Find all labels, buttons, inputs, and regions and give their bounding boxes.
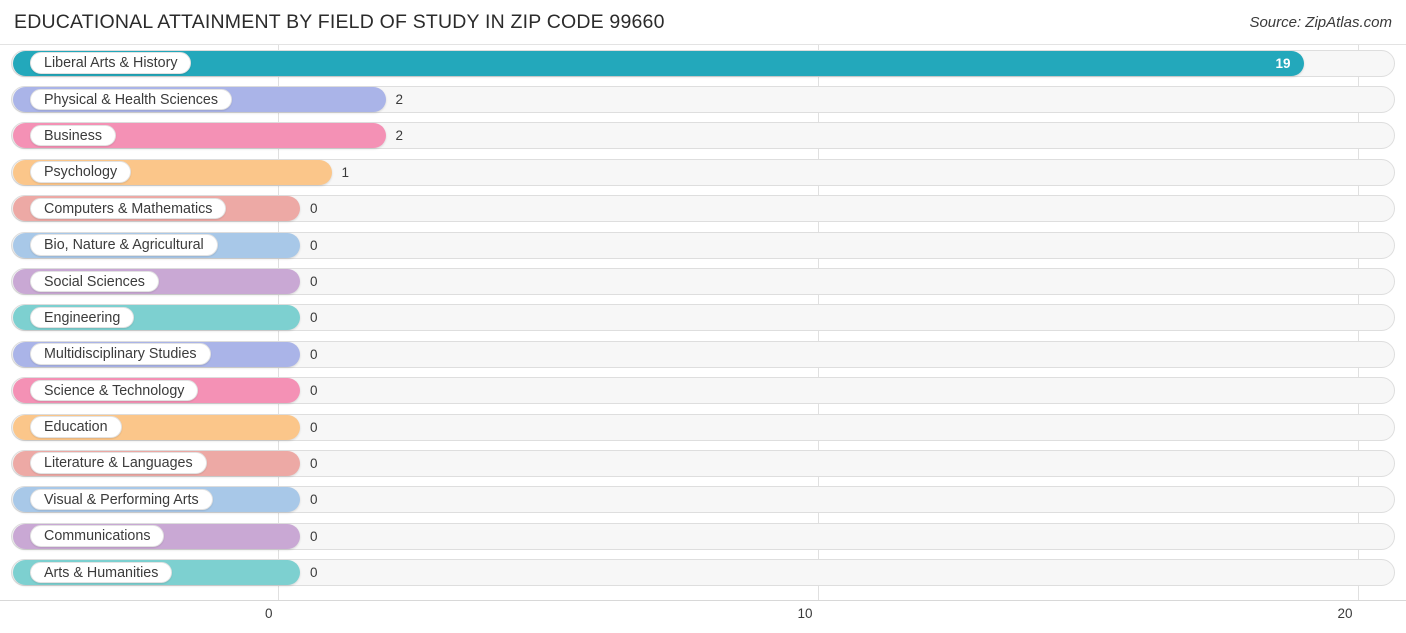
table-row[interactable]: 0 Communications	[0, 518, 1406, 554]
x-axis: 0 10 20	[0, 600, 1406, 633]
bar-value-label: 0	[310, 455, 318, 471]
table-row[interactable]: 0 Education	[0, 409, 1406, 445]
bar[interactable]: 19	[13, 50, 1304, 76]
axis-tick-label: 10	[797, 606, 813, 621]
bar-value-label: 0	[310, 419, 318, 435]
bar-value-label: 0	[310, 383, 318, 399]
category-label: Engineering	[30, 306, 135, 329]
category-label: Communications	[30, 525, 165, 547]
bar-value-label: 2	[395, 91, 404, 107]
category-label: Liberal Arts & History	[30, 52, 192, 74]
table-row[interactable]: 0 Multidisciplinary Studies	[0, 336, 1406, 372]
table-row[interactable]: 2 Business	[0, 118, 1406, 154]
table-row[interactable]: 0 Arts & Humanities	[0, 554, 1406, 590]
axis-tick-label: 0	[264, 606, 273, 621]
axis-tick-label: 20	[1337, 606, 1353, 621]
bar-value-label: 0	[310, 201, 318, 217]
table-row[interactable]: 0 Literature & Languages	[0, 445, 1406, 481]
table-row[interactable]: 1 Psychology	[0, 154, 1406, 190]
category-label: Physical & Health Sciences	[30, 88, 233, 111]
table-row[interactable]: 0 Bio, Nature & Agricultural	[0, 227, 1406, 263]
table-row[interactable]: 19 Liberal Arts & History	[0, 45, 1406, 81]
table-row[interactable]: 0 Engineering	[0, 300, 1406, 336]
table-row[interactable]: 2 Physical & Health Sciences	[0, 81, 1406, 117]
category-label: Literature & Languages	[30, 452, 207, 474]
category-label: Social Sciences	[30, 270, 159, 293]
category-label: Science & Technology	[30, 379, 199, 402]
category-label: Education	[30, 416, 122, 438]
category-label: Arts & Humanities	[30, 561, 173, 584]
bar-value-label: 0	[310, 237, 318, 253]
bar-value-label: 0	[310, 565, 318, 581]
table-row[interactable]: 0 Computers & Mathematics	[0, 191, 1406, 227]
bar-value-label: 0	[310, 528, 318, 544]
chart-page: EDUCATIONAL ATTAINMENT BY FIELD OF STUDY…	[0, 0, 1406, 632]
page-title: EDUCATIONAL ATTAINMENT BY FIELD OF STUDY…	[14, 11, 665, 33]
bar-value-label: 0	[310, 310, 318, 326]
chart-plot-area: 19 Liberal Arts & History 2 Physical & Heal…	[0, 45, 1406, 600]
chart-header: EDUCATIONAL ATTAINMENT BY FIELD OF STUDY…	[0, 0, 1406, 45]
table-row[interactable]: 0 Science & Technology	[0, 373, 1406, 409]
category-label: Business	[30, 124, 117, 147]
category-label: Psychology	[30, 161, 132, 183]
table-row[interactable]: 0 Social Sciences	[0, 263, 1406, 299]
bar-value-label: 0	[310, 492, 318, 508]
table-row[interactable]: 0 Visual & Performing Arts	[0, 482, 1406, 518]
bar-value-label: 1	[341, 164, 350, 180]
bar-value-label: 0	[310, 273, 318, 289]
source-attribution: Source: ZipAtlas.com	[1249, 14, 1392, 31]
category-label: Visual & Performing Arts	[30, 488, 213, 511]
bar-value-label: 19	[1275, 55, 1291, 71]
bar-value-label: 0	[310, 346, 318, 362]
category-label: Multidisciplinary Studies	[30, 343, 211, 365]
bar-value-label: 2	[395, 128, 404, 144]
bar-rows: 19 Liberal Arts & History 2 Physical & Heal…	[0, 45, 1406, 591]
category-label: Computers & Mathematics	[30, 197, 227, 220]
category-label: Bio, Nature & Agricultural	[30, 234, 218, 256]
